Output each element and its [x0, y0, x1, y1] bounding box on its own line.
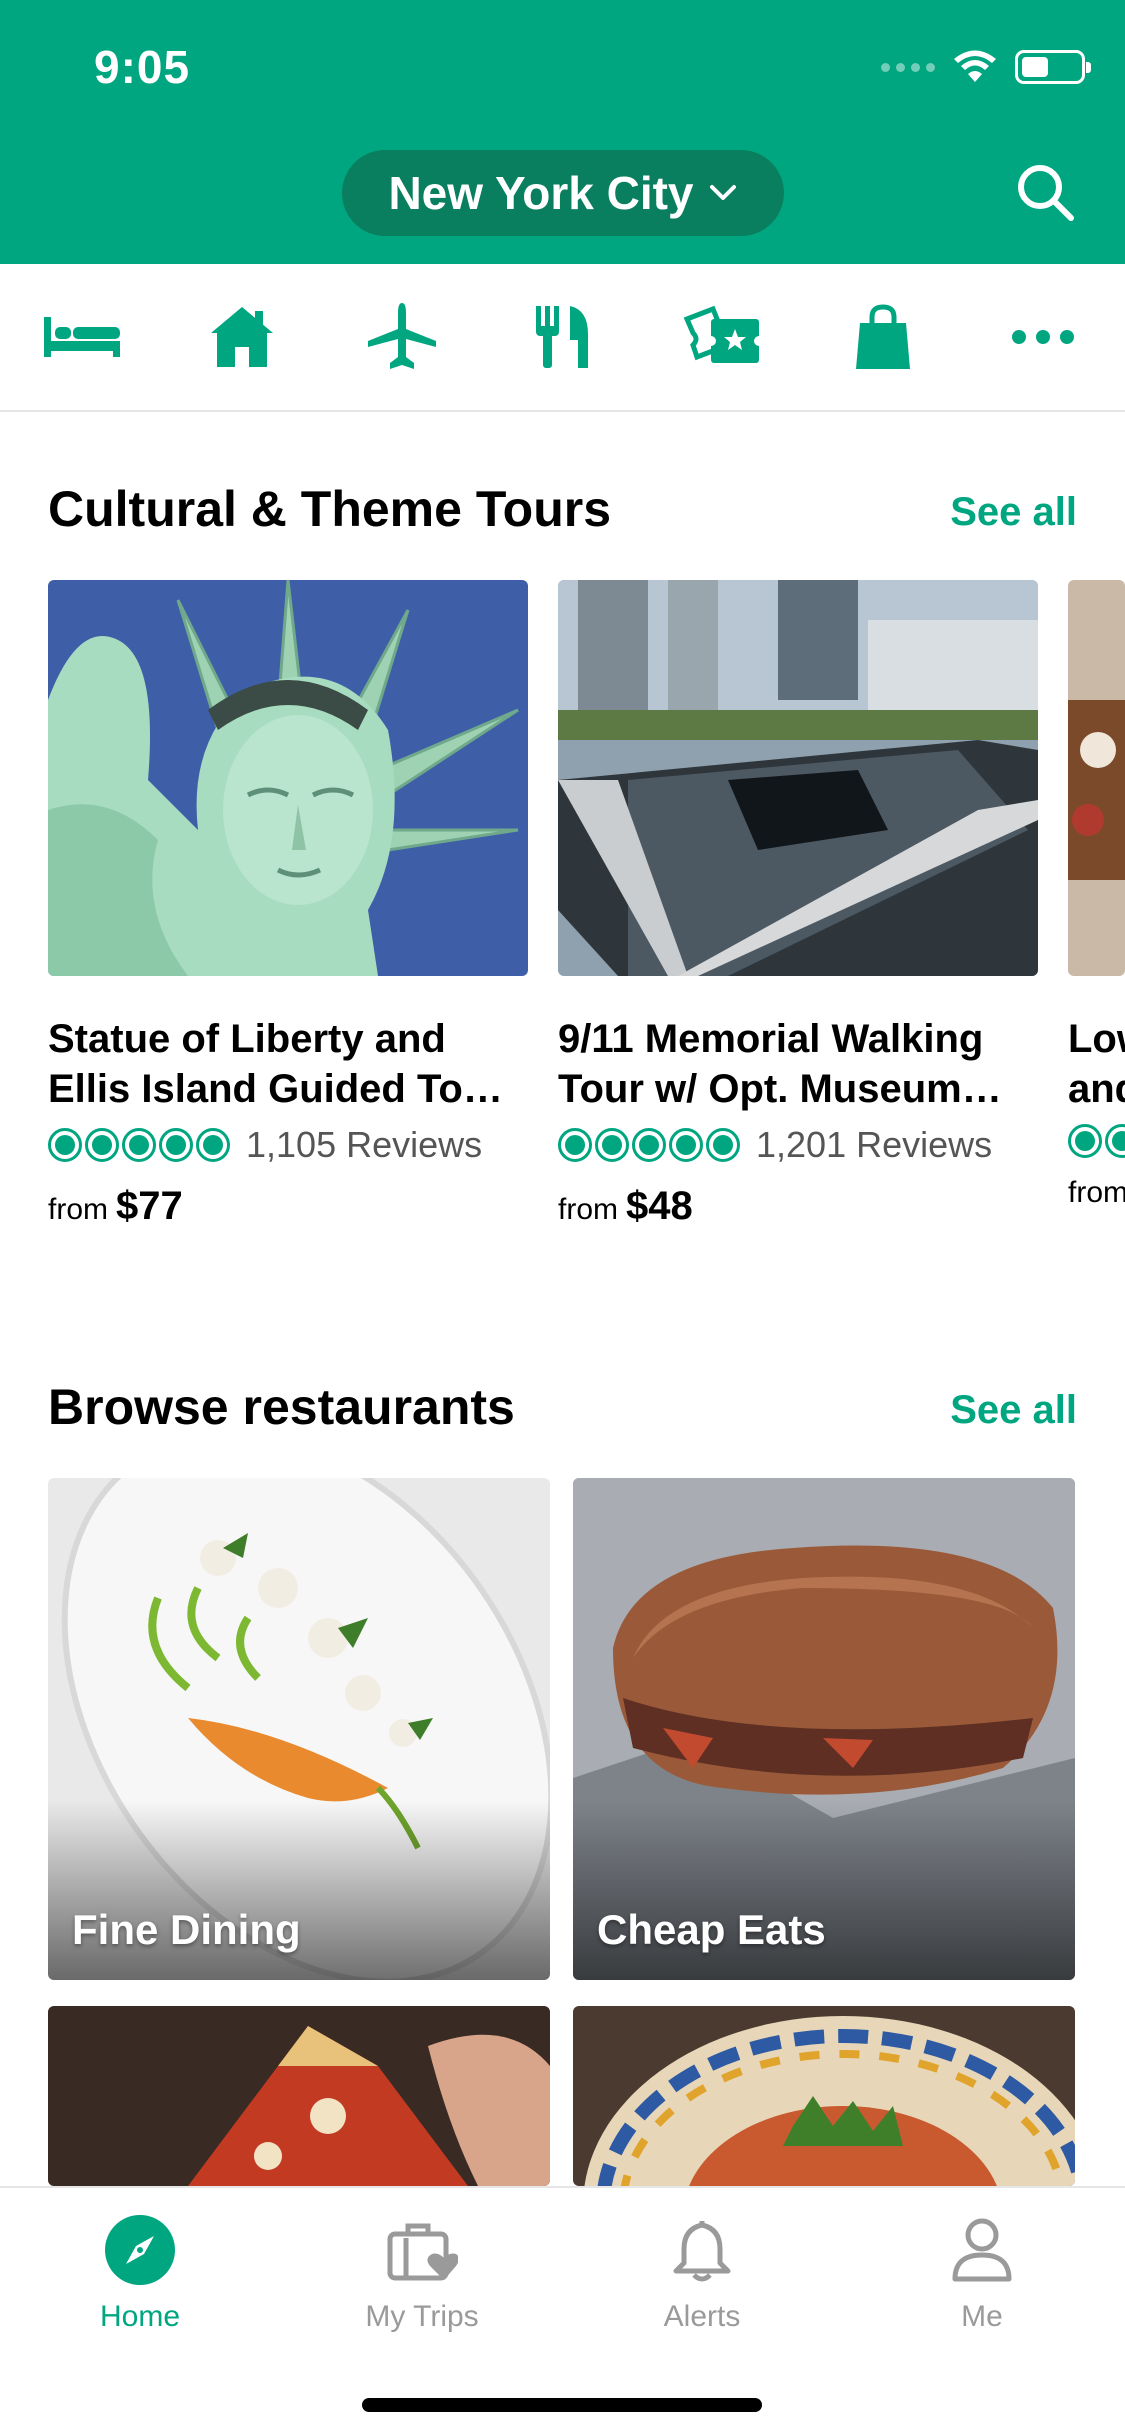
suitcase-heart-icon	[386, 2214, 458, 2286]
restaurant-category-card[interactable]: Fine Dining	[48, 1478, 550, 1980]
more-icon[interactable]	[1003, 297, 1083, 377]
chevron-down-icon	[709, 185, 736, 200]
tab-my-trips[interactable]: My Trips	[322, 2214, 522, 2334]
restaurants-icon[interactable]	[522, 297, 602, 377]
tab-me[interactable]: Me	[882, 2214, 1082, 2334]
city-selector-button[interactable]: New York City	[342, 150, 784, 236]
restaurants-see-all-link[interactable]: See all	[950, 1388, 1077, 1433]
tab-label: Alerts	[663, 2300, 741, 2333]
statue-of-liberty-image	[48, 580, 528, 976]
rating-bubbles-icon	[48, 1128, 230, 1162]
search-icon[interactable]	[1013, 160, 1077, 224]
tours-see-all-link[interactable]: See all	[950, 490, 1077, 535]
person-icon	[946, 2214, 1018, 2286]
status-icons	[881, 50, 1091, 84]
tour-card-partial[interactable]: Low and from	[1068, 580, 1125, 1210]
tour-title-line-1: Low	[1068, 1017, 1125, 1061]
tour-image-partial	[1068, 580, 1125, 976]
tour-price: from	[1068, 1176, 1125, 1209]
tab-label: Me	[961, 2300, 1003, 2333]
tour-card[interactable]: Statue of Liberty and Ellis Island Guide…	[48, 580, 528, 1229]
tour-title-line-1: Statue of Liberty and	[48, 1017, 446, 1061]
shopping-bag-icon[interactable]	[843, 297, 923, 377]
review-count: 1,105 Reviews	[246, 1124, 483, 1165]
tour-rating: 1,105 Reviews	[48, 1124, 528, 1166]
tour-title-line-2: and	[1068, 1067, 1125, 1111]
compass-icon	[104, 2214, 176, 2286]
price-value: $77	[116, 1184, 183, 1228]
tour-title-line-1: 9/11 Memorial Walking	[558, 1017, 984, 1061]
things-to-do-ticket-icon[interactable]	[683, 297, 763, 377]
flights-icon[interactable]	[362, 297, 442, 377]
tour-title-line-2: Ellis Island Guided To…	[48, 1067, 503, 1111]
restaurant-category-card[interactable]: Cheap Eats	[573, 1478, 1075, 1980]
restaurants-section-title: Browse restaurants	[48, 1379, 515, 1435]
pasta-image	[573, 2006, 1075, 2186]
category-bar	[0, 264, 1125, 412]
tour-card[interactable]: 9/11 Memorial Walking Tour w/ Opt. Museu…	[558, 580, 1038, 1229]
battery-icon	[1015, 50, 1091, 84]
tour-price: from $77	[48, 1184, 183, 1228]
restaurant-category-label: Fine Dining	[72, 1906, 301, 1953]
app-header: 9:05 New York City	[0, 0, 1125, 264]
tours-section-title: Cultural & Theme Tours	[48, 481, 612, 537]
tour-rating: 1,201 Reviews	[558, 1124, 1038, 1166]
restaurant-category-card[interactable]	[48, 2006, 550, 2186]
tab-label: Home	[99, 2300, 181, 2333]
price-value: $48	[626, 1184, 693, 1228]
review-count: 1,201 Reviews	[756, 1124, 993, 1165]
tab-alerts[interactable]: Alerts	[602, 2214, 802, 2334]
status-time: 9:05	[94, 41, 191, 93]
wifi-icon	[954, 50, 996, 82]
hotel-bed-icon[interactable]	[42, 297, 122, 377]
tour-rating	[1068, 1124, 1125, 1158]
pizza-image	[48, 2006, 550, 2186]
tour-title-line-2: Tour w/ Opt. Museum…	[558, 1067, 1002, 1111]
tab-home[interactable]: Home	[40, 2214, 240, 2334]
home-indicator	[362, 2398, 762, 2412]
restaurant-category-label: Cheap Eats	[597, 1906, 826, 1953]
city-name: New York City	[388, 167, 694, 219]
restaurant-category-card[interactable]	[573, 2006, 1075, 2186]
rating-bubbles-icon	[558, 1128, 740, 1162]
bell-icon	[666, 2214, 738, 2286]
cellular-signal-icon	[881, 62, 935, 72]
rating-bubbles-icon	[1068, 1124, 1125, 1158]
tour-price: from $48	[558, 1184, 693, 1228]
memorial-pool-image	[558, 580, 1038, 976]
vacation-rental-icon[interactable]	[202, 297, 282, 377]
tab-label: My Trips	[365, 2300, 479, 2333]
